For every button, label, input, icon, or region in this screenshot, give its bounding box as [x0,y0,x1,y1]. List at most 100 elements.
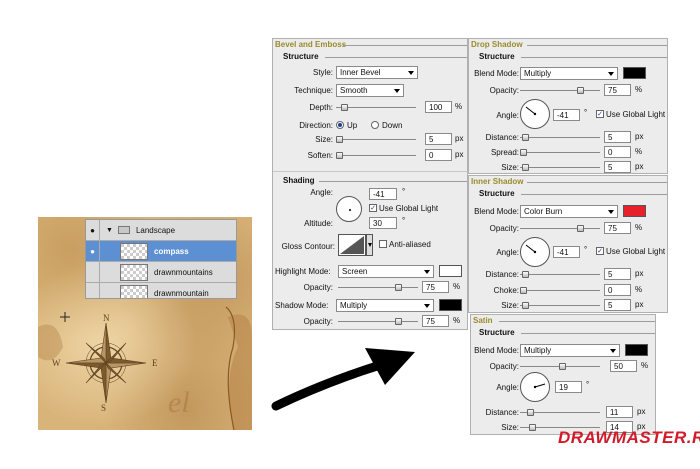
size-label: Size: [501,423,519,432]
angle-input[interactable]: 19 [555,381,582,393]
direction-label: Direction: [299,121,333,130]
shadow-color-swatch[interactable] [439,299,462,311]
angle-input[interactable]: -41 [369,188,397,200]
size-slider-thumb[interactable] [529,424,536,431]
global-light-checkbox[interactable]: ✓ [596,110,604,118]
global-light-checkbox[interactable]: ✓ [596,247,604,255]
distance-slider[interactable] [520,274,600,275]
opacity-slider[interactable] [520,90,600,91]
size-input[interactable]: 5 [425,133,452,145]
highlight-opacity-slider[interactable] [338,287,418,288]
opacity-input[interactable]: 75 [604,222,631,234]
highlight-opacity-thumb[interactable] [395,284,402,291]
direction-up-radio[interactable] [336,121,344,129]
global-light-label: Use Global Light [606,110,666,119]
angle-dial[interactable] [520,372,550,402]
distance-label: Distance: [485,133,519,142]
distance-slider-thumb[interactable] [527,409,534,416]
eye-slot[interactable] [86,261,100,283]
depth-slider-thumb[interactable] [341,104,348,111]
opacity-input[interactable]: 75 [604,84,631,96]
size-slider-thumb[interactable] [336,136,343,143]
altitude-input[interactable]: 30 [369,217,397,229]
shadow-mode-select[interactable]: Multiply [336,299,434,312]
angle-input[interactable]: -41 [553,109,580,121]
opacity-slider-thumb[interactable] [577,225,584,232]
size-slider[interactable] [520,167,600,168]
anti-aliased-checkbox[interactable] [379,240,387,248]
angle-unit: ° [584,245,588,254]
soften-slider-thumb[interactable] [336,152,343,159]
altitude-label: Altitude: [304,219,333,228]
eye-slot[interactable] [86,282,100,298]
gloss-contour-dropdown[interactable] [366,234,373,256]
opacity-unit: % [635,223,643,232]
highlight-mode-select[interactable]: Screen [338,265,434,278]
shadow-color-swatch[interactable] [623,67,646,79]
layer-row-drawnmountains[interactable]: drawnmountains [86,261,236,283]
angle-input[interactable]: -41 [553,246,580,258]
direction-down-radio[interactable] [371,121,379,129]
soften-slider[interactable] [336,155,416,156]
shadow-opacity-thumb[interactable] [395,318,402,325]
angle-dial[interactable] [520,237,550,267]
blend-mode-select[interactable]: Multiply [520,344,620,357]
choke-slider-thumb[interactable] [520,287,527,294]
drawmaster-logo: DRAWMASTER.RU [558,428,700,448]
opacity-input[interactable]: 50 [610,360,637,372]
blend-mode-select[interactable]: Multiply [520,67,618,80]
global-light-checkbox[interactable]: ✓ [369,204,377,212]
distance-input[interactable]: 5 [604,268,631,280]
soften-input[interactable]: 0 [425,149,452,161]
satin-color-swatch[interactable] [625,344,648,356]
highlight-color-swatch[interactable] [439,265,462,277]
opacity-slider-thumb[interactable] [559,363,566,370]
size-slider-thumb[interactable] [522,302,529,309]
spread-input[interactable]: 0 [604,146,631,158]
bevel-title: Bevel and Emboss [275,40,347,49]
distance-slider-thumb[interactable] [522,271,529,278]
size-slider[interactable] [336,139,416,140]
bevel-emboss-panel: Bevel and Emboss Structure Style: Inner … [272,38,469,330]
layer-group-row[interactable]: ● ▼ Landscape [86,220,236,241]
angle-unit: ° [584,108,588,117]
shadow-color-swatch[interactable] [623,205,646,217]
depth-input[interactable]: 100 [425,101,452,113]
size-slider[interactable] [520,305,600,306]
size-input[interactable]: 5 [604,161,631,173]
choke-input[interactable]: 0 [604,284,631,296]
size-slider-thumb[interactable] [522,164,529,171]
choke-slider[interactable] [520,290,600,291]
layer-row-compass[interactable]: ● compass [86,240,236,262]
distance-slider-thumb[interactable] [522,134,529,141]
angle-dial[interactable] [336,196,362,222]
gloss-contour-picker[interactable] [338,234,366,256]
highlight-opacity-input[interactable]: 75 [422,281,449,293]
distance-label: Distance: [485,408,519,417]
size-input[interactable]: 5 [604,299,631,311]
distance-unit: px [637,407,646,416]
opacity-label: Opacity: [489,362,519,371]
spread-slider[interactable] [520,152,600,153]
angle-dial[interactable] [520,99,550,129]
spread-slider-thumb[interactable] [520,149,527,156]
technique-select[interactable]: Smooth [336,84,404,97]
shadow-opacity-input[interactable]: 75 [422,315,449,327]
layer-name: compass [154,246,189,256]
chevron-down-icon[interactable]: ▼ [106,227,113,234]
distance-input[interactable]: 5 [604,131,631,143]
depth-slider[interactable] [336,107,416,108]
style-select[interactable]: Inner Bevel [336,66,418,79]
blend-mode-value: Color Burn [524,207,563,216]
shadow-opacity-slider[interactable] [338,321,418,322]
layer-thumbnail [120,284,148,298]
opacity-slider[interactable] [520,228,600,229]
chevron-down-icon [424,304,430,308]
distance-slider[interactable] [520,137,600,138]
opacity-slider-thumb[interactable] [577,87,584,94]
blend-mode-select[interactable]: Color Burn [520,205,618,218]
layer-row-drawnmountain[interactable]: drawnmountain [86,282,236,298]
eye-icon[interactable]: ● [86,220,100,241]
distance-input[interactable]: 11 [606,406,633,418]
eye-icon[interactable]: ● [86,240,100,262]
